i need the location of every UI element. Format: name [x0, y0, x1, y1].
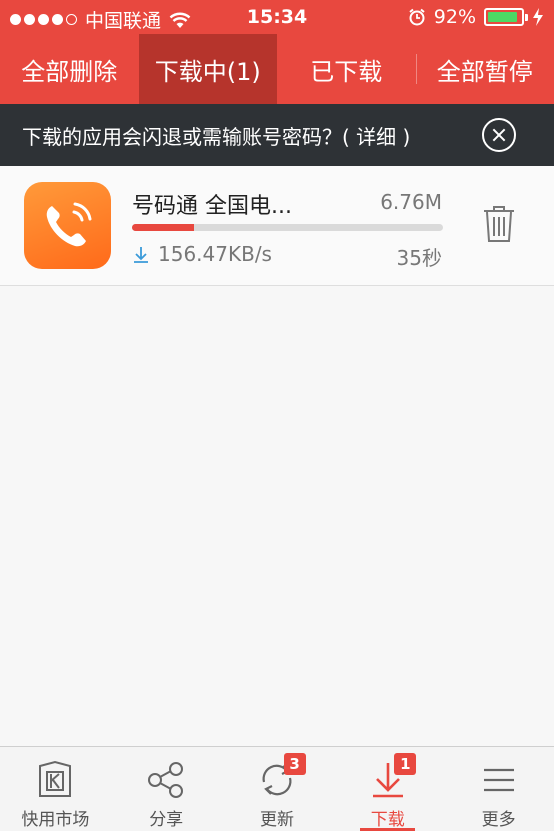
- status-right: 92%: [408, 6, 544, 28]
- app-icon: [24, 182, 111, 269]
- time-remaining: 35秒: [396, 246, 442, 270]
- download-arrow-icon: [134, 247, 148, 263]
- close-icon[interactable]: [482, 118, 516, 152]
- nav-label: 更新: [259, 810, 294, 830]
- status-bar: 中国联通 15:34 92%: [0, 0, 554, 34]
- tab-label: 全部暂停: [436, 57, 533, 86]
- nav-download[interactable]: 1 下载: [332, 747, 443, 831]
- tab-pause-all[interactable]: 全部暂停: [415, 34, 554, 104]
- tab-downloaded[interactable]: 已下载: [277, 34, 416, 104]
- tab-label: 已下载: [310, 57, 383, 86]
- nav-label: 更多: [481, 810, 516, 830]
- download-progress-bar: [132, 224, 443, 231]
- tab-label: 全部删除: [21, 57, 118, 86]
- battery-percent: 92%: [433, 6, 476, 28]
- update-count-badge: 3: [283, 753, 306, 775]
- download-speed: 156.47KB/s: [158, 242, 272, 266]
- nav-label: 快用市场: [21, 810, 90, 830]
- trash-icon[interactable]: [480, 204, 518, 244]
- download-count-badge: 1: [394, 753, 417, 775]
- app-name: 号码通 全国电...: [132, 194, 292, 219]
- notice-text[interactable]: 下载的应用会闪退或需输账号密码？( 详细 ): [0, 121, 482, 150]
- app-size: 6.76M: [380, 190, 442, 214]
- nav-more[interactable]: 更多: [443, 747, 554, 831]
- bottom-nav: 快用市场 分享 3 更新 1 下载 更多: [0, 746, 554, 831]
- tab-delete-all[interactable]: 全部删除: [0, 34, 139, 104]
- download-item[interactable]: 号码通 全国电... 6.76M 156.47KB/s 35秒: [0, 166, 554, 286]
- notice-banner[interactable]: 下载的应用会闪退或需输账号密码？( 详细 ): [0, 104, 554, 166]
- share-icon: [148, 762, 184, 798]
- tab-label: 下载中(1): [154, 57, 261, 86]
- tab-downloading[interactable]: 下载中(1): [138, 34, 277, 104]
- market-k-icon: [39, 760, 72, 797]
- top-tab-bar: 全部删除 下载中(1) 已下载 全部暂停: [0, 34, 554, 104]
- charging-bolt-icon: [533, 8, 543, 26]
- nav-update[interactable]: 3 更新: [222, 747, 333, 831]
- progress-fill: [132, 224, 195, 231]
- battery-icon: [484, 8, 528, 26]
- nav-share[interactable]: 分享: [111, 747, 222, 831]
- alarm-clock-icon: [409, 8, 425, 26]
- nav-label: 分享: [149, 810, 184, 830]
- phone-icon: [46, 202, 92, 247]
- menu-icon: [483, 768, 514, 792]
- nav-market[interactable]: 快用市场: [0, 747, 111, 831]
- nav-label: 下载: [370, 810, 405, 830]
